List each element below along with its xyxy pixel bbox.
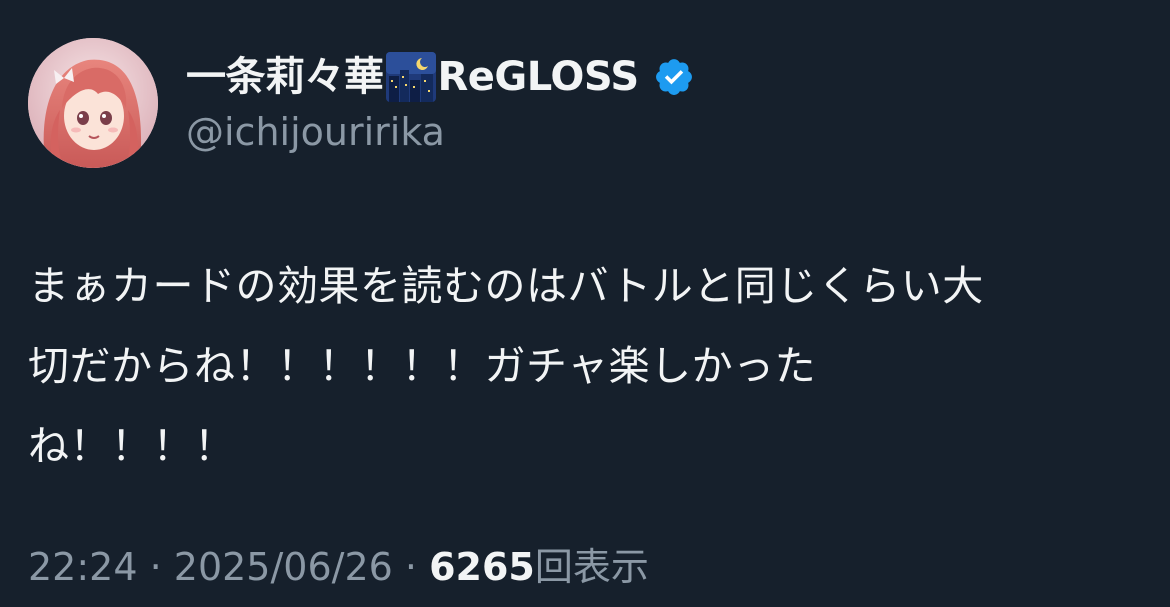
tweet-text-line: ね！！！！ — [28, 422, 236, 470]
author-group-name[interactable]: ReGLOSS — [438, 50, 640, 104]
city-night-icon — [385, 52, 436, 102]
tweet-text-line: まぁカードの効果を読むのはバトルと同じくらい大 — [28, 262, 984, 310]
tweet-meta: 22:24 · 2025/06/26 · 6265回表示 — [28, 540, 649, 594]
tweet-date[interactable]: 2025/06/26 — [174, 545, 393, 589]
views-count[interactable]: 6265 — [429, 545, 535, 589]
author-display-name[interactable]: 一条莉々華 — [186, 50, 384, 104]
author-handle[interactable]: @ichijouririka — [186, 108, 445, 156]
verified-badge-icon[interactable] — [653, 56, 695, 98]
views-label: 回表示 — [534, 545, 649, 589]
tweet-card: 一条莉々華 ReGLOSS @ichijouririka まぁカードの効果を読む… — [0, 0, 1170, 607]
meta-separator: · — [149, 545, 174, 589]
meta-separator: · — [404, 545, 430, 589]
avatar-image — [28, 38, 158, 168]
tweet-text: まぁカードの効果を読むのはバトルと同じくらい大 切だからね！！！！！！ガチャ楽し… — [28, 246, 1138, 486]
tweet-text-line: 切だからね！！！！！！ガチャ楽しかった — [28, 342, 817, 390]
author-name-row: 一条莉々華 ReGLOSS — [186, 50, 695, 104]
tweet-time[interactable]: 22:24 — [28, 545, 138, 589]
avatar[interactable] — [28, 38, 158, 168]
